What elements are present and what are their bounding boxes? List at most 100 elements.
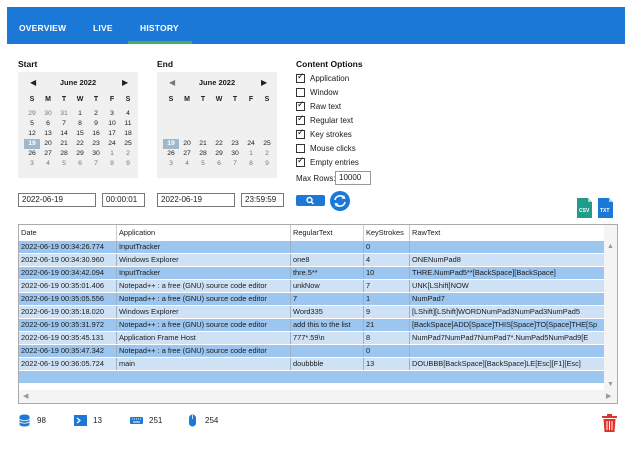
column-header-date[interactable]: Date <box>19 225 117 241</box>
table-cell-rawtext: [BackSpace]ADD[Space]THIS[Space]TO[Space… <box>410 319 606 331</box>
checkbox[interactable] <box>296 128 305 139</box>
mouse-icon <box>189 414 196 427</box>
checkbox[interactable] <box>296 114 305 125</box>
history-table[interactable]: Date Application RegularText KeyStrokes … <box>18 224 618 404</box>
table-cell-date: 2022-06-19 00:35:45.131 <box>19 332 117 344</box>
table-cell-date: 2022-06-19 00:35:31.972 <box>19 319 117 331</box>
table-cell-rawtext: NumPad7NumPad7NumPad7*.NumPad5NumPad9[E <box>410 332 606 344</box>
csv-export-icon[interactable]: CSV <box>577 198 592 218</box>
checkbox[interactable] <box>296 87 305 97</box>
table-cell-application: main <box>117 358 291 370</box>
table-cell-application: Notepad++ : a free (GNU) source code edi… <box>117 293 291 305</box>
option-raw-text[interactable]: Raw text <box>296 100 341 112</box>
tab-overview[interactable]: OVERVIEW <box>19 23 66 33</box>
table-row[interactable]: 2022-06-19 00:34:26.774 InputTracker 0 <box>19 241 606 253</box>
option-key-strokes[interactable]: Key strokes <box>296 128 352 140</box>
table-row[interactable]: 2022-06-19 00:35:47.342 Notepad++ : a fre… <box>19 345 606 357</box>
table-cell-keystrokes: 0 <box>364 345 410 357</box>
column-header-regulartext[interactable]: RegularText <box>291 225 364 241</box>
tab-live[interactable]: LIVE <box>93 23 113 33</box>
table-cell-keystrokes: 7 <box>364 280 410 292</box>
option-window[interactable]: Window <box>296 86 338 98</box>
start-calendar-month[interactable]: June 2022 <box>18 78 138 87</box>
vertical-scrollbar[interactable]: ▲ ▼ <box>604 225 617 391</box>
table-cell-regulartext: 7 <box>291 293 364 305</box>
top-nav-bar: OVERVIEW LIVE HISTORY <box>7 7 625 44</box>
stat-clicks: 254 <box>186 414 218 427</box>
column-header-keystrokes[interactable]: KeyStrokes <box>364 225 410 241</box>
table-cell-date: 2022-06-19 00:35:18.020 <box>19 306 117 318</box>
scroll-right-icon[interactable]: ▶ <box>606 392 611 400</box>
table-cell-regulartext: 777*.59\n <box>291 332 364 344</box>
checkbox[interactable] <box>296 156 305 167</box>
option-empty-entries[interactable]: Empty entries <box>296 156 359 168</box>
table-row[interactable]: 2022-06-19 00:35:01.406 Notepad++ : a fre… <box>19 280 606 292</box>
table-row[interactable]: 2022-06-19 00:35:31.972 Notepad++ : a fre… <box>19 319 606 331</box>
svg-text:TXT: TXT <box>600 208 609 214</box>
start-calendar-days[interactable]: 29 30 31 1 2 3 4 5 6 7 8 9 10 11 12 13 14 15 16 17 18 19 20… <box>24 109 136 169</box>
table-cell-rawtext <box>410 241 606 253</box>
table-row[interactable]: 2022-06-19 00:35:05.556 Notepad++ : a fre… <box>19 293 606 305</box>
checkbox[interactable] <box>296 72 305 83</box>
keystrokes-count: 251 <box>149 416 163 425</box>
max-rows-input[interactable]: 10000 <box>335 171 371 185</box>
checkbox[interactable] <box>296 143 305 153</box>
active-tab-indicator <box>128 41 192 44</box>
start-time-field[interactable]: 00:00:01 <box>102 193 145 207</box>
end-calendar-days[interactable]: 19 20 21 22 23 24 25 26 27 28 29 30 1 2 3456789 <box>163 109 275 169</box>
next-month-icon[interactable]: ▶ <box>261 78 267 87</box>
table-cell-rawtext: DOUBBB[BackSpace][BackSpace]LE[Esc][F1][… <box>410 358 606 370</box>
table-cell-rawtext: ONENumPad8 <box>410 254 606 266</box>
checkbox[interactable] <box>296 100 305 111</box>
table-cell-regulartext: thre.5** <box>291 267 364 279</box>
table-cell-keystrokes: 8 <box>364 332 410 344</box>
horizontal-scrollbar[interactable]: ◀ ▶ <box>19 390 617 403</box>
table-cell-keystrokes: 10 <box>364 267 410 279</box>
trash-icon[interactable] <box>601 414 618 432</box>
table-cell-regulartext: unkNow <box>291 280 364 292</box>
stat-keystrokes: 251 <box>130 414 162 427</box>
end-date-field[interactable]: 2022-06-19 <box>157 193 235 207</box>
column-header-rawtext[interactable]: RawText <box>410 225 606 241</box>
table-cell-keystrokes: 4 <box>364 254 410 266</box>
svg-text:CSV: CSV <box>579 208 590 214</box>
end-label: End <box>157 59 174 69</box>
table-cell-date: 2022-06-19 00:35:01.406 <box>19 280 117 292</box>
refresh-button[interactable] <box>330 191 350 211</box>
column-header-application[interactable]: Application <box>117 225 291 241</box>
scroll-left-icon[interactable]: ◀ <box>23 392 28 400</box>
start-date-field[interactable]: 2022-06-19 <box>18 193 96 207</box>
end-selected-day: 19 <box>163 139 179 149</box>
terminal-icon <box>74 415 87 426</box>
start-selected-day: 19 <box>24 139 40 149</box>
end-calendar-month[interactable]: June 2022 <box>157 78 277 87</box>
clicks-count: 254 <box>205 416 219 425</box>
table-cell-rawtext <box>410 345 606 357</box>
search-button[interactable] <box>296 195 325 206</box>
scroll-up-icon[interactable]: ▲ <box>607 243 614 250</box>
end-time-field[interactable]: 23:59:59 <box>241 193 284 207</box>
start-calendar[interactable]: ◀ June 2022 ▶ SMTWTFS 29 30 31 1 2 3 4 5 6 7 8 9 10… <box>18 72 138 178</box>
next-month-icon[interactable]: ▶ <box>122 78 128 87</box>
table-cell-keystrokes: 21 <box>364 319 410 331</box>
start-days-of-week: SMTWTFS <box>29 96 131 103</box>
table-cell-application: Notepad++ : a free (GNU) source code edi… <box>117 280 291 292</box>
table-row[interactable]: 2022-06-19 00:35:18.020 Windows Explorer W… <box>19 306 606 318</box>
table-row[interactable]: 2022-06-19 00:35:45.131 Application Frame… <box>19 332 606 344</box>
txt-export-icon[interactable]: TXT <box>598 198 613 218</box>
table-cell-date: 2022-06-19 00:35:05.556 <box>19 293 117 305</box>
table-cell-date: 2022-06-19 00:35:47.342 <box>19 345 117 357</box>
option-application[interactable]: Application <box>296 72 349 84</box>
end-calendar[interactable]: ◀ June 2022 ▶ SMTWTFS 19 20 21 22 23 24 25 26 2… <box>157 72 277 178</box>
stat-apps: 13 <box>74 414 102 427</box>
table-row[interactable]: 2022-06-19 00:36:05.724 main doubbble 13 DOU… <box>19 358 606 370</box>
table-cell-application: InputTracker <box>117 241 291 253</box>
table-cell-rawtext: [LShift][LShift]WORDNumPad3NumPad3NumPad… <box>410 306 606 318</box>
end-days-of-week: SMTWTFS <box>168 96 270 103</box>
table-row[interactable]: 2022-06-19 00:34:42.094 InputTracker thre.… <box>19 267 606 279</box>
option-regular-text[interactable]: Regular text <box>296 114 353 126</box>
tab-history[interactable]: HISTORY <box>140 23 179 33</box>
option-mouse-clicks[interactable]: Mouse clicks <box>296 142 356 154</box>
table-row[interactable]: 2022-06-19 00:34:30.960 Windows Explorer o… <box>19 254 606 266</box>
scroll-down-icon[interactable]: ▼ <box>607 381 614 388</box>
